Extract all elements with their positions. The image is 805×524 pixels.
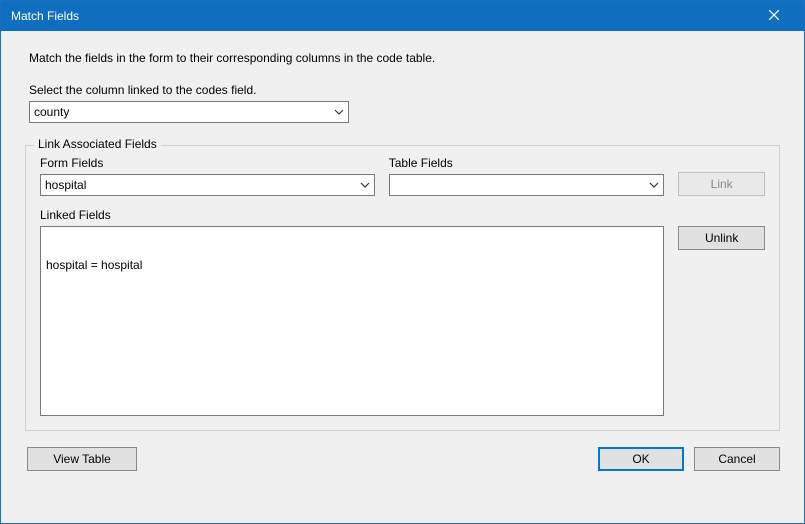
close-button[interactable] [751, 1, 796, 31]
cancel-button[interactable]: Cancel [694, 447, 780, 471]
form-fields-label: Form Fields [40, 156, 375, 170]
dialog-footer: View Table OK Cancel [25, 447, 780, 471]
codes-column-value: county [34, 105, 69, 119]
instruction-text: Match the fields in the form to their co… [29, 51, 780, 65]
view-table-button[interactable]: View Table [27, 447, 137, 471]
list-item[interactable]: hospital = hospital [46, 258, 658, 272]
title-bar: Match Fields [1, 1, 804, 31]
dialog-body: Match the fields in the form to their co… [1, 31, 804, 523]
table-fields-label: Table Fields [389, 156, 665, 170]
link-associated-fields-group: Link Associated Fields Form Fields hospi… [25, 145, 780, 431]
form-fields-value: hospital [45, 178, 86, 192]
link-button-label: Link [711, 177, 733, 191]
group-legend: Link Associated Fields [34, 137, 161, 151]
unlink-button-label: Unlink [705, 231, 738, 245]
codes-column-select[interactable]: county [29, 101, 349, 123]
linked-fields-label: Linked Fields [40, 208, 765, 222]
codes-field-label: Select the column linked to the codes fi… [29, 83, 780, 97]
chevron-down-icon [649, 182, 659, 188]
view-table-label: View Table [53, 452, 111, 466]
ok-button[interactable]: OK [598, 447, 684, 471]
dialog-window: Match Fields Match the fields in the for… [0, 0, 805, 524]
linked-fields-listbox[interactable]: hospital = hospital [40, 226, 664, 416]
chevron-down-icon [334, 109, 344, 115]
chevron-down-icon [360, 182, 370, 188]
cancel-label: Cancel [718, 452, 755, 466]
close-icon [769, 9, 779, 23]
window-title: Match Fields [11, 9, 751, 23]
table-fields-select[interactable] [389, 174, 665, 196]
link-button[interactable]: Link [678, 172, 765, 196]
unlink-button[interactable]: Unlink [678, 226, 765, 250]
form-fields-select[interactable]: hospital [40, 174, 375, 196]
ok-label: OK [632, 452, 649, 466]
